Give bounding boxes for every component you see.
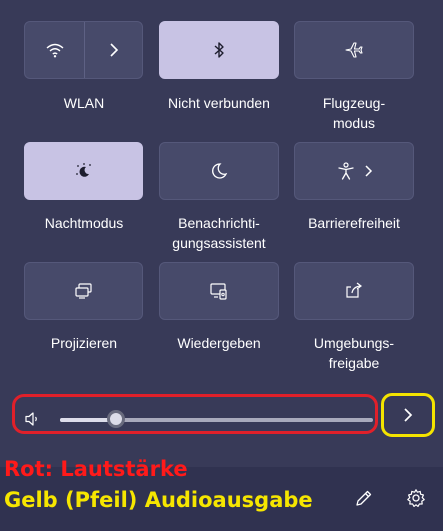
project-icon (74, 283, 92, 299)
audio-output-button[interactable] (381, 393, 435, 437)
accessibility-tile[interactable] (294, 142, 414, 200)
gear-icon (407, 489, 425, 507)
chevron-right-icon (110, 43, 118, 57)
bluetooth-tile[interactable] (159, 21, 279, 79)
pencil-icon (356, 490, 372, 506)
edit-button[interactable] (352, 486, 376, 510)
cast-icon (210, 283, 227, 300)
nearby-share-tile[interactable] (294, 262, 414, 320)
project-tile[interactable] (24, 262, 143, 320)
volume-highlight-box (12, 394, 378, 434)
annotation-red: Rot: Lautstärke (4, 457, 188, 481)
focus-assist-moon-icon (212, 163, 228, 179)
focus-assist-label: Benachrichti- gungsassistent (172, 215, 266, 251)
wlan-label: WLAN (63, 95, 105, 111)
annotation-yellow: Gelb (Pfeil) Audioausgabe (4, 488, 313, 512)
airplane-mode-label: Flugzeug- modus (322, 95, 386, 131)
wlan-toggle[interactable] (25, 22, 84, 78)
chevron-right-icon (364, 165, 372, 177)
cast-tile[interactable] (159, 262, 279, 320)
night-light-tile[interactable] (24, 142, 143, 200)
airplane-icon (345, 42, 363, 58)
settings-button[interactable] (404, 486, 428, 510)
wifi-icon (46, 43, 64, 58)
accessibility-label: Barrierefreiheit (308, 215, 400, 231)
nearby-share-label: Umgebungs- freigabe (313, 335, 395, 371)
night-light-label: Nachtmodus (44, 215, 124, 231)
nearby-share-icon (346, 282, 362, 298)
airplane-mode-tile[interactable] (294, 21, 414, 79)
chevron-right-icon (404, 408, 413, 422)
speaker-icon[interactable] (24, 411, 40, 427)
bluetooth-icon (214, 42, 224, 58)
focus-assist-tile[interactable] (159, 142, 279, 200)
accessibility-icon (337, 162, 354, 180)
cast-label: Wiedergeben (177, 335, 261, 351)
wlan-chevron-button[interactable] (85, 22, 142, 78)
project-label: Projizieren (50, 335, 118, 351)
bluetooth-label: Nicht verbunden (168, 95, 270, 111)
wlan-tile[interactable] (24, 21, 143, 79)
night-light-icon (75, 163, 91, 177)
